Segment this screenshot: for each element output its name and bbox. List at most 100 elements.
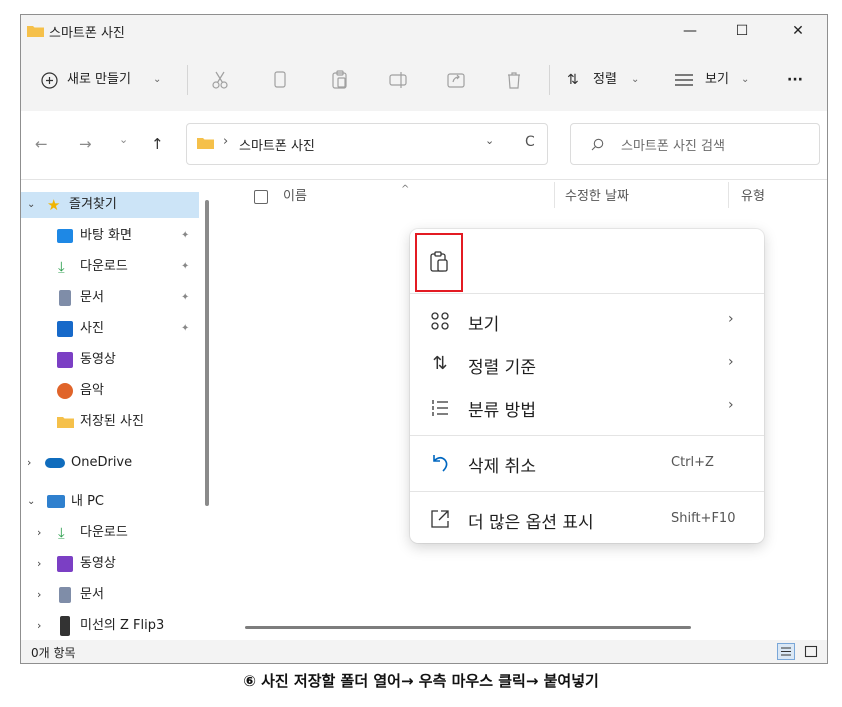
refresh-button[interactable]: C: [525, 134, 535, 150]
menu-item-label: 분류 방법: [468, 401, 536, 421]
cut-icon[interactable]: [209, 67, 231, 93]
folder-icon: [57, 417, 74, 428]
pin-icon: ✦: [181, 323, 190, 334]
column-header-name[interactable]: 이름: [283, 185, 307, 209]
maximize-button[interactable]: ☐: [719, 15, 765, 47]
sidebar-scrollbar[interactable]: [205, 200, 209, 506]
more-options-button[interactable]: ···: [787, 67, 803, 93]
sidebar-item-label: 즐겨찾기: [69, 197, 117, 212]
sort-button-label: 정렬: [593, 72, 617, 87]
up-button[interactable]: ↑: [151, 135, 164, 153]
column-header-type[interactable]: 유형: [741, 185, 765, 209]
menu-item-sort-by[interactable]: ⇅ 정렬 기준 ›: [410, 344, 764, 384]
tiles-view-icon[interactable]: [802, 643, 820, 660]
recent-locations-button[interactable]: ⌄: [119, 133, 128, 146]
search-box[interactable]: 스마트폰 사진 검색: [570, 123, 820, 165]
copy-icon[interactable]: [269, 67, 291, 93]
chevron-down-icon: ⌄: [27, 496, 36, 507]
sidebar-item-label: 사진: [80, 321, 104, 336]
column-divider[interactable]: [554, 182, 555, 208]
sort-icon: ⇅: [567, 72, 579, 88]
horizontal-scrollbar[interactable]: [245, 626, 691, 629]
cloud-icon: [45, 458, 65, 468]
sidebar-item-label: 음악: [80, 383, 104, 398]
folder-icon: [197, 138, 214, 149]
star-icon: ★: [47, 196, 61, 214]
menu-item-undo-delete[interactable]: 삭제 취소 Ctrl+Z: [410, 443, 764, 483]
sidebar-item-label: 다운로드: [80, 525, 128, 540]
menu-item-label: 보기: [468, 315, 500, 335]
plus-circle-icon: [41, 72, 58, 89]
desktop-icon: [57, 229, 73, 243]
new-button-label: 새로 만들기: [67, 72, 131, 87]
pin-icon: ✦: [181, 230, 190, 241]
folder-icon: [27, 26, 44, 37]
menu-item-group-by[interactable]: 분류 방법 ›: [410, 387, 764, 427]
sidebar-item-label: OneDrive: [71, 455, 133, 470]
select-all-checkbox[interactable]: [254, 190, 268, 204]
chevron-down-icon: ⌄: [153, 74, 162, 85]
undo-icon: [433, 455, 448, 472]
item-count: 0개 항목: [31, 646, 76, 660]
sidebar-item-label: 다운로드: [80, 259, 128, 274]
grid-icon: [431, 312, 449, 330]
document-icon: [59, 290, 71, 306]
sort-indicator-icon: ^: [401, 184, 410, 195]
window-title: 스마트폰 사진: [49, 26, 125, 41]
file-explorer-window: 스마트폰 사진 — ☐ ✕ 새로 만들기 ⌄ ⇅ 정렬 ⌄ 보기 ⌄ ··· ←…: [20, 14, 828, 664]
paste-icon[interactable]: [329, 67, 351, 93]
menu-divider: [410, 435, 764, 436]
toolbar-divider: [549, 65, 550, 95]
search-icon: [591, 138, 604, 151]
chevron-right-icon: ›: [728, 397, 734, 413]
sidebar-item-label: 내 PC: [71, 494, 105, 509]
chevron-right-icon: ›: [27, 456, 32, 469]
list-view-icon: [675, 74, 693, 86]
chevron-right-icon: ›: [37, 526, 42, 539]
address-bar[interactable]: › 스마트폰 사진 ⌄ C: [186, 123, 548, 165]
document-icon: [59, 587, 71, 603]
music-icon: [57, 383, 73, 399]
pin-icon: ✦: [181, 292, 190, 303]
sidebar-item-label: 미선의 Z Flip3: [80, 618, 165, 633]
address-dropdown-button[interactable]: ⌄: [485, 134, 494, 147]
search-placeholder: 스마트폰 사진 검색: [621, 139, 725, 154]
back-button[interactable]: ←: [35, 135, 48, 153]
breadcrumb-separator: ›: [223, 134, 229, 149]
navigation-pane: ⌄ ★ 즐겨찾기 바탕 화면 ✦ ⤓ 다운로드 ✦ 문서 ✦ 사진 ✦ 동영상: [21, 180, 211, 640]
download-icon: ⤓: [58, 258, 65, 276]
menu-item-shortcut: Ctrl+Z: [671, 455, 714, 470]
forward-button[interactable]: →: [79, 135, 92, 153]
status-bar: 0개 항목: [21, 640, 827, 663]
toolbar-divider: [187, 65, 188, 95]
details-view-icon[interactable]: [777, 643, 795, 660]
sidebar-item-label: 동영상: [80, 352, 116, 367]
sidebar-item-label: 저장된 사진: [80, 414, 144, 429]
pin-icon: ✦: [181, 261, 190, 272]
address-row: ← → ⌄ ↑ › 스마트폰 사진 ⌄ C 스마트폰 사진 검색: [21, 111, 827, 180]
column-header-date-modified[interactable]: 수정한 날짜: [565, 185, 629, 209]
menu-item-view[interactable]: 보기 ›: [410, 301, 764, 341]
paste-icon[interactable]: [429, 250, 451, 274]
view-button-label: 보기: [705, 72, 729, 87]
command-bar: 새로 만들기 ⌄ ⇅ 정렬 ⌄ 보기 ⌄ ···: [21, 47, 827, 111]
more-options-icon: [431, 510, 449, 528]
chevron-right-icon: ›: [37, 557, 42, 570]
share-icon[interactable]: [445, 67, 467, 93]
breadcrumb-current[interactable]: 스마트폰 사진: [239, 135, 315, 154]
menu-item-label: 삭제 취소: [468, 457, 536, 477]
delete-icon[interactable]: [503, 67, 525, 93]
menu-item-shortcut: Shift+F10: [671, 511, 736, 526]
chevron-down-icon: ⌄: [631, 74, 640, 85]
group-icon: [432, 400, 448, 416]
video-icon: [57, 352, 73, 368]
minimize-button[interactable]: —: [667, 15, 713, 47]
sidebar-item-label: 문서: [80, 587, 104, 602]
chevron-right-icon: ›: [728, 354, 734, 370]
rename-icon[interactable]: [387, 67, 409, 93]
chevron-right-icon: ›: [728, 311, 734, 327]
column-divider[interactable]: [728, 182, 729, 208]
download-icon: ⤓: [58, 524, 65, 542]
close-button[interactable]: ✕: [775, 15, 821, 47]
menu-item-show-more-options[interactable]: 더 많은 옵션 표시 Shift+F10: [410, 499, 764, 539]
